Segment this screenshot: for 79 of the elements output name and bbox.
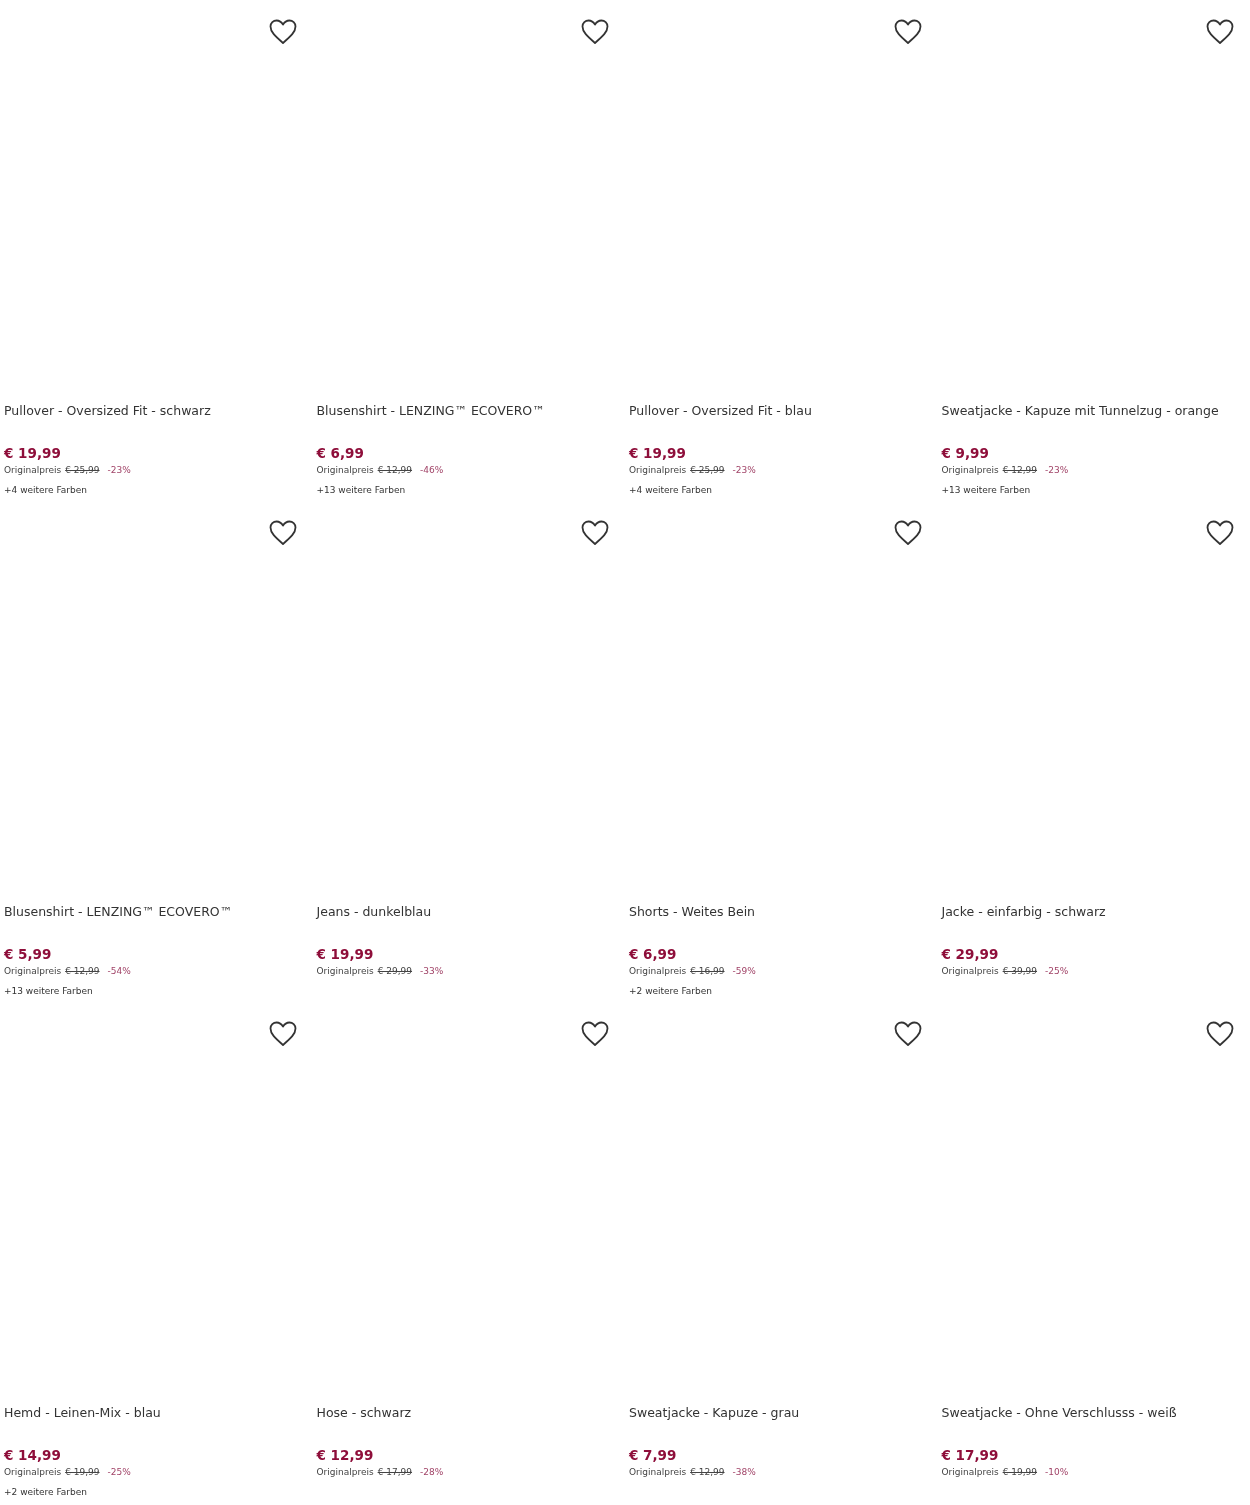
original-price-label: Originalpreis bbox=[316, 965, 374, 977]
original-price-label: Originalpreis bbox=[941, 464, 999, 476]
more-colors-link[interactable]: +13 weitere Farben bbox=[4, 985, 93, 997]
discount-label: -28% bbox=[420, 1466, 444, 1478]
product-title[interactable]: Pullover - Oversized Fit - schwarz bbox=[4, 402, 211, 420]
discount-label: -59% bbox=[732, 965, 756, 977]
discount-label: -23% bbox=[107, 464, 131, 476]
product-price: € 5,99 bbox=[4, 945, 52, 963]
original-price-label: Originalpreis bbox=[4, 965, 62, 977]
product-title[interactable]: Blusenshirt - LENZING™ ECOVERO™ bbox=[4, 903, 233, 921]
more-colors-link[interactable]: +2 weitere Farben bbox=[4, 1486, 87, 1498]
heart-icon[interactable] bbox=[581, 1021, 609, 1047]
more-colors-link[interactable]: +13 weitere Farben bbox=[941, 484, 1031, 496]
original-price: € 19,99 bbox=[1002, 1466, 1038, 1478]
heart-icon[interactable] bbox=[893, 520, 922, 546]
original-price: € 29,99 bbox=[377, 965, 413, 977]
heart-icon[interactable] bbox=[893, 19, 922, 45]
product-title[interactable]: Jeans - dunkelblau bbox=[316, 903, 432, 921]
discount-label: -23% bbox=[1045, 464, 1069, 476]
original-price-label: Originalpreis bbox=[941, 1466, 999, 1478]
product-price: € 19,99 bbox=[316, 945, 374, 963]
original-price: € 25,99 bbox=[65, 464, 100, 476]
discount-label: -46% bbox=[420, 464, 444, 476]
product-title[interactable]: Blusenshirt - LENZING™ ECOVERO™ bbox=[316, 402, 545, 420]
original-price: € 39,99 bbox=[1002, 965, 1038, 977]
more-colors-link[interactable]: +2 weitere Farben bbox=[629, 985, 712, 997]
original-price: € 16,99 bbox=[690, 965, 725, 977]
product-title[interactable]: Sweatjacke - Kapuze mit Tunnelzug - orange bbox=[941, 402, 1219, 420]
product-price: € 17,99 bbox=[941, 1446, 999, 1464]
product-price: € 14,99 bbox=[4, 1446, 61, 1464]
heart-icon[interactable] bbox=[893, 1021, 922, 1047]
heart-icon[interactable] bbox=[581, 520, 609, 546]
heart-icon[interactable] bbox=[268, 19, 297, 45]
product-title[interactable]: Hemd - Leinen-Mix - blau bbox=[4, 1404, 161, 1422]
original-price: € 12,99 bbox=[65, 965, 100, 977]
discount-label: -25% bbox=[1045, 965, 1069, 977]
original-price: € 19,99 bbox=[65, 1466, 100, 1478]
heart-icon[interactable] bbox=[581, 19, 609, 45]
product-title[interactable]: Jacke - einfarbig - schwarz bbox=[941, 903, 1106, 921]
discount-label: -25% bbox=[107, 1466, 131, 1478]
product-price: € 19,99 bbox=[4, 444, 61, 462]
discount-label: -10% bbox=[1045, 1466, 1069, 1478]
product-price: € 29,99 bbox=[941, 945, 999, 963]
product-price: € 7,99 bbox=[629, 1446, 677, 1464]
product-title[interactable]: Sweatjacke - Ohne Verschlusss - weiß bbox=[941, 1404, 1177, 1422]
product-title[interactable]: Sweatjacke - Kapuze - grau bbox=[629, 1404, 800, 1422]
heart-icon[interactable] bbox=[1206, 19, 1234, 45]
product-title[interactable]: Shorts - Weites Bein bbox=[629, 903, 756, 921]
discount-label: -23% bbox=[732, 464, 756, 476]
product-price: € 19,99 bbox=[629, 444, 686, 462]
original-price-label: Originalpreis bbox=[316, 1466, 374, 1478]
heart-icon[interactable] bbox=[268, 1021, 297, 1047]
product-title[interactable]: Pullover - Oversized Fit - blau bbox=[629, 402, 812, 420]
original-price: € 12,99 bbox=[690, 1466, 725, 1478]
more-colors-link[interactable]: +13 weitere Farben bbox=[316, 484, 406, 496]
discount-label: -38% bbox=[732, 1466, 756, 1478]
original-price: € 17,99 bbox=[377, 1466, 413, 1478]
product-title[interactable]: Hose - schwarz bbox=[316, 1404, 412, 1422]
heart-icon[interactable] bbox=[268, 520, 297, 546]
heart-icon[interactable] bbox=[1206, 520, 1234, 546]
original-price-label: Originalpreis bbox=[941, 965, 999, 977]
original-price: € 25,99 bbox=[690, 464, 725, 476]
product-price: € 12,99 bbox=[316, 1446, 374, 1464]
original-price-label: Originalpreis bbox=[4, 464, 62, 476]
original-price: € 12,99 bbox=[1002, 464, 1038, 476]
original-price-label: Originalpreis bbox=[316, 464, 374, 476]
original-price-label: Originalpreis bbox=[629, 1466, 687, 1478]
product-price: € 6,99 bbox=[316, 444, 364, 462]
product-price: € 6,99 bbox=[629, 945, 677, 963]
original-price-label: Originalpreis bbox=[629, 464, 687, 476]
more-colors-link[interactable]: +4 weitere Farben bbox=[4, 484, 87, 496]
original-price: € 12,99 bbox=[377, 464, 413, 476]
discount-label: -54% bbox=[107, 965, 131, 977]
discount-label: -33% bbox=[420, 965, 444, 977]
product-price: € 9,99 bbox=[941, 444, 989, 462]
original-price-label: Originalpreis bbox=[4, 1466, 62, 1478]
heart-icon[interactable] bbox=[1206, 1021, 1234, 1047]
more-colors-link[interactable]: +4 weitere Farben bbox=[629, 484, 712, 496]
original-price-label: Originalpreis bbox=[629, 965, 687, 977]
